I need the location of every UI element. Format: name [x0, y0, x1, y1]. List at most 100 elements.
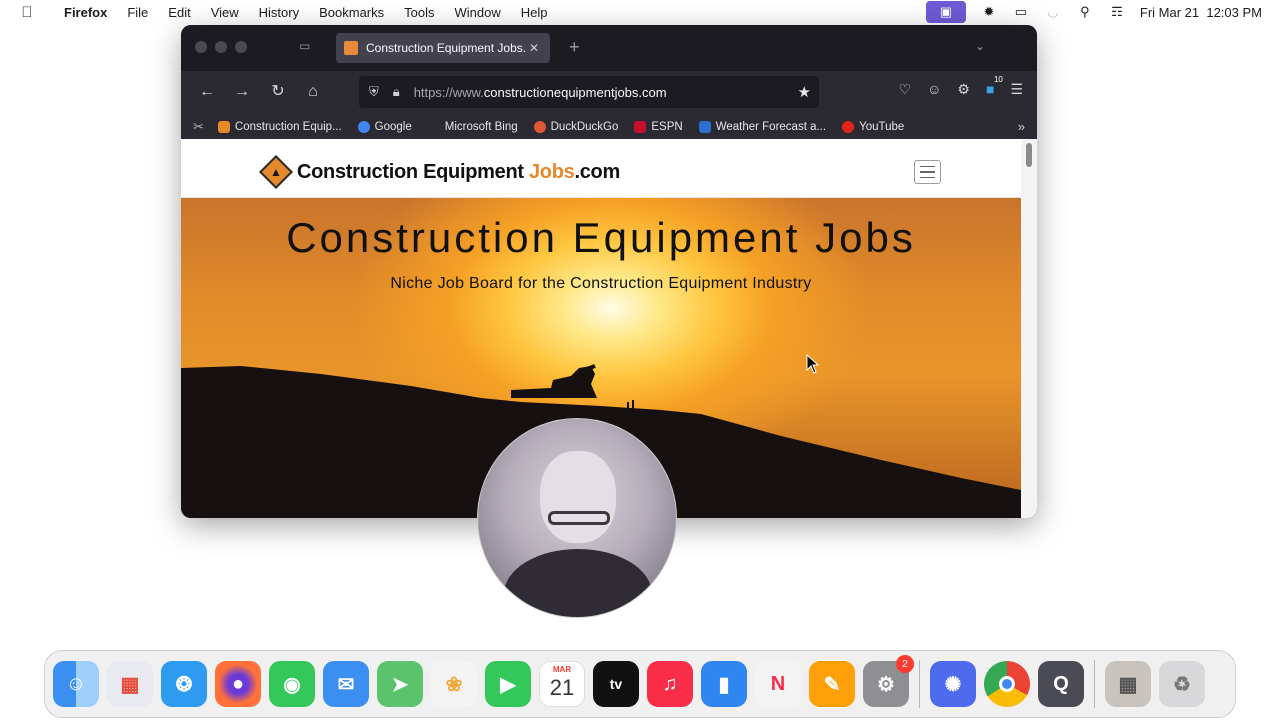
spotlight-search-icon[interactable]: ⚲	[1076, 3, 1094, 21]
apple-tv-icon[interactable]: tv	[593, 661, 639, 707]
menu-tools[interactable]: Tools	[394, 5, 444, 20]
minimize-window-button[interactable]	[215, 41, 227, 53]
app-menu-hamburger-icon[interactable]: ☰	[1010, 81, 1023, 98]
facetime-icon[interactable]: ▶	[485, 661, 531, 707]
pages-icon[interactable]: ✎	[809, 661, 855, 707]
bookmark-microsoft-bing[interactable]: Microsoft Bing	[427, 121, 518, 133]
news-icon[interactable]: N	[755, 661, 801, 707]
address-bar[interactable]: ⛨ 🔒︎ https://www. constructionequipmentj…	[359, 76, 819, 108]
duckduckgo-icon	[533, 121, 546, 133]
logo-text: Construction Equipment Jobs.com	[297, 160, 620, 183]
tab-close-icon[interactable]: ✕	[526, 41, 542, 55]
calendar-month: MAR	[552, 665, 572, 674]
url-prefix: https://www.	[413, 84, 484, 100]
browser-tab[interactable]: Construction Equipment Jobs.c ✕	[336, 33, 550, 63]
safari-icon[interactable]: ❂	[161, 661, 207, 707]
apple-menu-icon[interactable]: 	[0, 4, 54, 21]
dock-separator	[919, 660, 920, 708]
extensions-puzzle-icon[interactable]: ⚙	[957, 81, 970, 98]
hero-subtitle: Niche Job Board for the Construction Equ…	[390, 275, 812, 292]
bookmark-construction-equip[interactable]: Construction Equip...	[217, 121, 342, 133]
lock-icon[interactable]: 🔒︎	[393, 84, 400, 100]
site-menu-hamburger-icon[interactable]	[914, 160, 941, 184]
menu-bookmarks[interactable]: Bookmarks	[309, 5, 394, 20]
bing-icon	[427, 121, 440, 133]
menu-help[interactable]: Help	[511, 5, 558, 20]
mouse-cursor-icon	[806, 354, 820, 374]
scrollbar-thumb[interactable]	[1026, 143, 1032, 167]
bookmark-favicon-icon	[217, 121, 230, 133]
display-icon[interactable]: ▭	[1012, 3, 1030, 21]
more-bookmarks-chevron-icon[interactable]: »	[1018, 119, 1025, 134]
page-scrollbar[interactable]	[1021, 139, 1037, 518]
menu-file[interactable]: File	[117, 5, 158, 20]
calendar-icon[interactable]: MAR 21	[539, 661, 585, 707]
calendar-day: 21	[549, 675, 575, 700]
forward-arrow-icon[interactable]: →	[230, 81, 254, 103]
quicktime-icon[interactable]: Q	[1038, 661, 1084, 707]
tab-title: Construction Equipment Jobs.c	[366, 41, 526, 55]
hero-title: Construction Equipment Jobs	[286, 214, 916, 261]
weather-icon	[698, 121, 711, 133]
tracking-shield-icon[interactable]: ⛨	[369, 84, 379, 100]
firefox-icon[interactable]: ●	[215, 661, 261, 707]
chrome-icon[interactable]	[984, 661, 1030, 707]
url-host: constructionequipmentjobs.com	[483, 84, 667, 100]
webcam-overlay	[477, 418, 677, 618]
menu-window[interactable]: Window	[445, 5, 511, 20]
mail-icon[interactable]: ✉	[323, 661, 369, 707]
espn-icon	[634, 121, 647, 133]
firefox-view-icon[interactable]: ▭	[299, 39, 317, 55]
bookmark-youtube[interactable]: YouTube	[842, 121, 904, 133]
menu-clock[interactable]: Fri Mar 21 12:03 PM	[1140, 5, 1262, 20]
photos-icon[interactable]: ❀	[431, 661, 477, 707]
launchpad-icon[interactable]: ▦	[107, 661, 153, 707]
settings-badge: 2	[896, 655, 914, 673]
close-window-button[interactable]	[195, 41, 207, 53]
maps-icon[interactable]: ➤	[377, 661, 423, 707]
back-arrow-icon[interactable]: ←	[195, 81, 219, 103]
list-tabs-chevron-down-icon[interactable]: ⌄	[975, 39, 985, 53]
dock-separator-2	[1094, 660, 1095, 708]
extension-icon[interactable]: ■ 10	[986, 75, 1003, 98]
bookmark-tools-icon[interactable]: ✂	[193, 119, 204, 135]
home-icon[interactable]: ⌂	[301, 81, 325, 103]
menu-history[interactable]: History	[249, 5, 309, 20]
bookmark-espn[interactable]: ESPN	[634, 121, 683, 133]
google-icon	[357, 121, 370, 133]
finder-icon[interactable]: ☺	[53, 661, 99, 707]
system-settings-icon[interactable]: ⚙ 2	[863, 655, 914, 707]
bookmark-google[interactable]: Google	[357, 121, 412, 133]
control-center-icon[interactable]: ☶	[1108, 3, 1126, 21]
wifi-icon[interactable]: ◡	[1044, 3, 1062, 21]
menu-bar:  Firefox File Edit View History Bookmar…	[0, 0, 1280, 24]
window-controls	[195, 41, 247, 53]
menu-edit[interactable]: Edit	[158, 5, 200, 20]
new-tab-icon[interactable]: +	[569, 37, 580, 58]
reload-icon[interactable]: ↻	[266, 81, 290, 103]
site-favicon-icon	[344, 41, 358, 55]
downloads-stack-icon[interactable]: ▦	[1105, 661, 1151, 707]
site-logo[interactable]: ▲ Construction Equipment Jobs.com	[259, 155, 620, 189]
perplexity-icon[interactable]: ✺	[930, 661, 976, 707]
pocket-icon[interactable]: ♡	[899, 81, 912, 98]
bookmark-weather-forecast[interactable]: Weather Forecast a...	[698, 121, 826, 133]
dock: ☺ ▦ ❂ ● ◉ ✉ ➤ ❀ ▶ MAR 21 tv ♫ ▮ N ✎ ⚙ 2 ✺…	[44, 650, 1236, 718]
trash-icon[interactable]: ♻	[1159, 661, 1205, 707]
bookmark-star-icon[interactable]: ★	[798, 83, 811, 101]
menu-app-name[interactable]: Firefox	[54, 5, 117, 20]
bookmark-duckduckgo[interactable]: DuckDuckGo	[533, 121, 618, 133]
youtube-icon	[842, 121, 855, 133]
zoom-window-button[interactable]	[235, 41, 247, 53]
music-icon[interactable]: ♫	[647, 661, 693, 707]
excavator-logo-icon: ▲	[259, 155, 293, 189]
extension-badge: 10	[993, 75, 1003, 84]
site-header: ▲ Construction Equipment Jobs.com	[181, 139, 1021, 198]
screen-recording-icon[interactable]: ▣	[925, 1, 966, 23]
bookmarks-toolbar: ✂ Construction Equip... Google Microsoft…	[181, 113, 1037, 141]
sun-icon[interactable]: ✹	[980, 3, 998, 21]
keynote-icon[interactable]: ▮	[701, 661, 747, 707]
account-icon[interactable]: ☺	[927, 81, 941, 98]
messages-icon[interactable]: ◉	[269, 661, 315, 707]
menu-view[interactable]: View	[201, 5, 249, 20]
